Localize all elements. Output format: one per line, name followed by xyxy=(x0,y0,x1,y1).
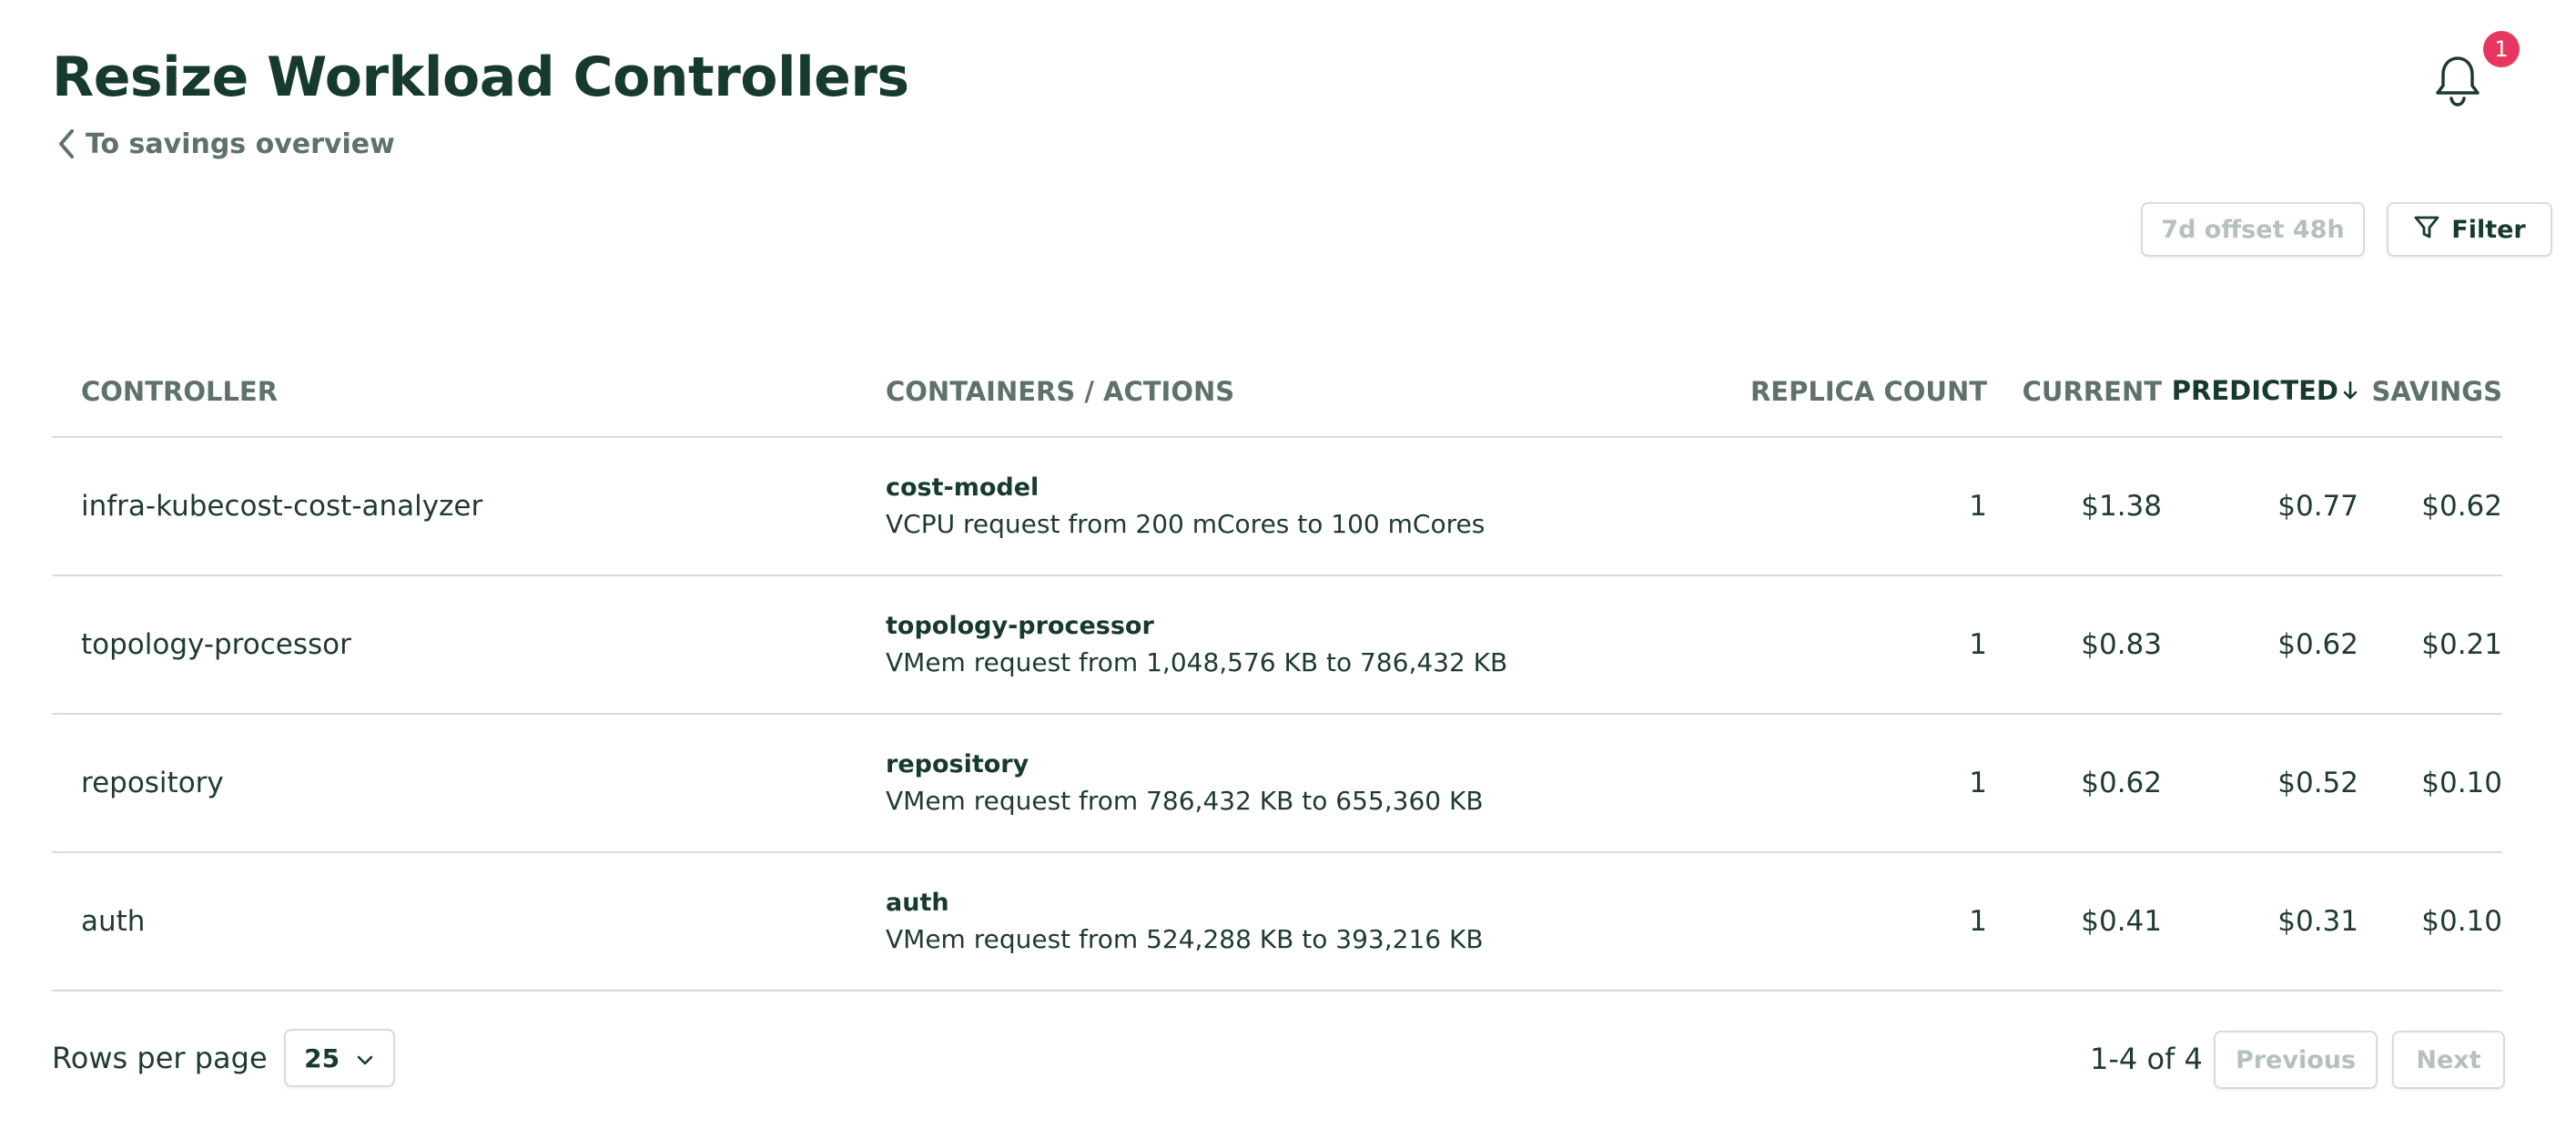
bell-icon xyxy=(2432,53,2483,107)
time-window-label: 7d offset 48h xyxy=(2161,215,2345,244)
action-description: VCPU request from 200 mCores to 100 mCor… xyxy=(886,509,1486,539)
column-header-replica-count[interactable]: REPLICA COUNT xyxy=(1707,346,1987,438)
chevron-left-icon xyxy=(56,127,76,160)
replica-count-cell: 1 xyxy=(1707,714,1987,853)
container-name: topology-processor xyxy=(886,612,1154,640)
predicted-cost-cell: $0.62 xyxy=(2162,575,2358,715)
back-link-label: To savings overview xyxy=(86,127,395,160)
column-header-controller[interactable]: CONTROLLER xyxy=(52,346,857,438)
savings-cell: $0.21 xyxy=(2358,575,2502,715)
next-label: Next xyxy=(2416,1045,2481,1074)
time-window-button[interactable]: 7d offset 48h xyxy=(2141,202,2365,257)
table-row[interactable]: auth auth VMem request from 524,288 KB t… xyxy=(52,852,2502,992)
replica-count-cell: 1 xyxy=(1707,852,1987,992)
next-page-button[interactable]: Next xyxy=(2392,1031,2505,1089)
current-cost-cell: $0.41 xyxy=(1987,852,2162,992)
predicted-cost-cell: $0.77 xyxy=(2162,437,2358,576)
rows-per-page: Rows per page 25 xyxy=(52,1029,395,1087)
previous-page-button[interactable]: Previous xyxy=(2214,1031,2378,1089)
container-name: cost-model xyxy=(886,473,1040,502)
rows-per-page-value: 25 xyxy=(304,1043,340,1073)
controller-cell: repository xyxy=(52,714,857,853)
controller-cell: infra-kubecost-cost-analyzer xyxy=(52,437,857,576)
table-row[interactable]: infra-kubecost-cost-analyzer cost-model … xyxy=(52,437,2502,576)
action-description: VMem request from 524,288 KB to 393,216 … xyxy=(886,924,1484,954)
container-name: auth xyxy=(886,889,949,917)
container-action-cell: auth VMem request from 524,288 KB to 393… xyxy=(857,852,1707,992)
current-cost-cell: $0.62 xyxy=(1987,714,2162,853)
controller-cell: auth xyxy=(52,852,857,992)
column-header-predicted[interactable]: PREDICTED xyxy=(2162,346,2358,438)
container-action-cell: repository VMem request from 786,432 KB … xyxy=(857,714,1707,853)
replica-count-cell: 1 xyxy=(1707,575,1987,715)
table-row[interactable]: repository repository VMem request from … xyxy=(52,714,2502,853)
savings-cell: $0.10 xyxy=(2358,714,2502,853)
savings-cell: $0.62 xyxy=(2358,437,2502,576)
container-action-cell: cost-model VCPU request from 200 mCores … xyxy=(857,437,1707,576)
resize-table: CONTROLLER CONTAINERS / ACTIONS REPLICA … xyxy=(52,346,2502,992)
action-description: VMem request from 786,432 KB to 655,360 … xyxy=(886,786,1484,816)
savings-cell: $0.10 xyxy=(2358,852,2502,992)
current-cost-cell: $0.83 xyxy=(1987,575,2162,715)
table-header-row: CONTROLLER CONTAINERS / ACTIONS REPLICA … xyxy=(52,346,2502,438)
controller-cell: topology-processor xyxy=(52,575,857,715)
filter-label: Filter xyxy=(2451,215,2526,244)
container-name: repository xyxy=(886,750,1029,778)
replica-count-cell: 1 xyxy=(1707,437,1987,576)
page-title: Resize Workload Controllers xyxy=(52,46,909,109)
table-row[interactable]: topology-processor topology-processor VM… xyxy=(52,575,2502,715)
column-header-current[interactable]: CURRENT xyxy=(1987,346,2162,438)
rows-per-page-label: Rows per page xyxy=(52,1041,268,1075)
predicted-cost-cell: $0.52 xyxy=(2162,714,2358,853)
action-description: VMem request from 1,048,576 KB to 786,43… xyxy=(886,647,1508,677)
current-cost-cell: $1.38 xyxy=(1987,437,2162,576)
filter-icon xyxy=(2413,213,2440,247)
chevron-down-icon xyxy=(356,1043,374,1073)
notification-count-badge: 1 xyxy=(2483,31,2520,67)
predicted-cost-cell: $0.31 xyxy=(2162,852,2358,992)
notifications-button[interactable] xyxy=(2432,53,2483,107)
back-to-savings-link[interactable]: To savings overview xyxy=(56,127,395,160)
sort-arrow-down-icon xyxy=(2342,377,2358,408)
filter-button[interactable]: Filter xyxy=(2387,202,2552,257)
pagination-range: 1-4 of 4 xyxy=(2090,1042,2203,1076)
container-action-cell: topology-processor VMem request from 1,0… xyxy=(857,575,1707,715)
previous-label: Previous xyxy=(2235,1045,2357,1074)
column-header-savings[interactable]: SAVINGS xyxy=(2358,346,2502,438)
rows-per-page-select[interactable]: 25 xyxy=(283,1029,395,1087)
column-header-containers[interactable]: CONTAINERS / ACTIONS xyxy=(857,346,1707,438)
